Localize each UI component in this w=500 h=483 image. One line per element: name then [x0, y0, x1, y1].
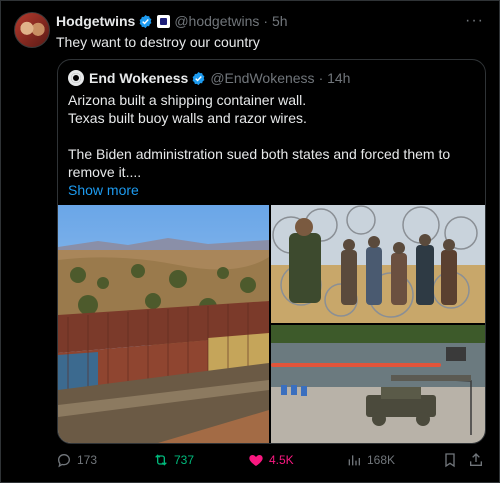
quoted-text-line: The Biden administration sued both state…	[68, 146, 451, 180]
quoted-author-avatar	[68, 70, 84, 86]
repost-button[interactable]: 737	[153, 452, 194, 468]
razor-wire-border-photo[interactable]	[271, 205, 485, 323]
views-count: 168K	[367, 453, 396, 467]
verified-badge-icon	[139, 14, 152, 28]
views-button[interactable]: 168K	[346, 452, 395, 468]
views-chart-icon	[348, 455, 360, 466]
media-grid	[58, 205, 485, 443]
quoted-post-time: · 14h	[318, 70, 351, 86]
author-avatar[interactable]	[14, 12, 50, 48]
quoted-post[interactable]: End Wokeness @EndWokeness · 14h Arizona …	[57, 59, 486, 444]
share-button[interactable]	[468, 452, 484, 468]
quoted-post-header: End Wokeness @EndWokeness · 14h	[68, 70, 350, 86]
bookmark-button[interactable]	[442, 452, 458, 468]
bookmark-icon	[445, 453, 455, 468]
repost-icon	[155, 454, 167, 466]
author-handle[interactable]: @hodgetwins	[174, 13, 259, 29]
author-name[interactable]: Hodgetwins	[56, 13, 135, 29]
reply-button[interactable]: 173	[56, 452, 97, 468]
post-text: They want to destroy our country	[56, 34, 260, 50]
more-icon[interactable]: ···	[465, 12, 484, 30]
shipping-container-wall-photo[interactable]	[58, 205, 269, 443]
share-icon	[470, 453, 482, 466]
repost-count: 737	[174, 453, 195, 467]
like-button[interactable]: 4.5K	[248, 452, 294, 468]
show-more-link[interactable]: Show more	[68, 181, 478, 199]
like-count: 4.5K	[269, 453, 294, 467]
verified-badge-icon	[192, 71, 205, 85]
reply-count: 173	[77, 453, 98, 467]
river-buoy-barrier-photo[interactable]	[271, 325, 485, 443]
quoted-post-text: Arizona built a shipping container wall.…	[68, 91, 478, 199]
post-header: Hodgetwins @hodgetwins · 5h ···	[56, 12, 490, 30]
post-time[interactable]: · 5h	[263, 13, 287, 29]
quoted-text-line: Texas built buoy walls and razor wires.	[68, 110, 307, 126]
reply-icon	[57, 453, 71, 468]
quoted-text-line: Arizona built a shipping container wall.	[68, 92, 307, 108]
heart-icon	[249, 455, 263, 466]
quoted-author-handle: @EndWokeness	[210, 70, 315, 86]
action-bar: 173 737 4.5K 168K	[56, 452, 486, 470]
affiliation-badge-icon	[157, 14, 171, 28]
quoted-author-name: End Wokeness	[89, 70, 189, 86]
